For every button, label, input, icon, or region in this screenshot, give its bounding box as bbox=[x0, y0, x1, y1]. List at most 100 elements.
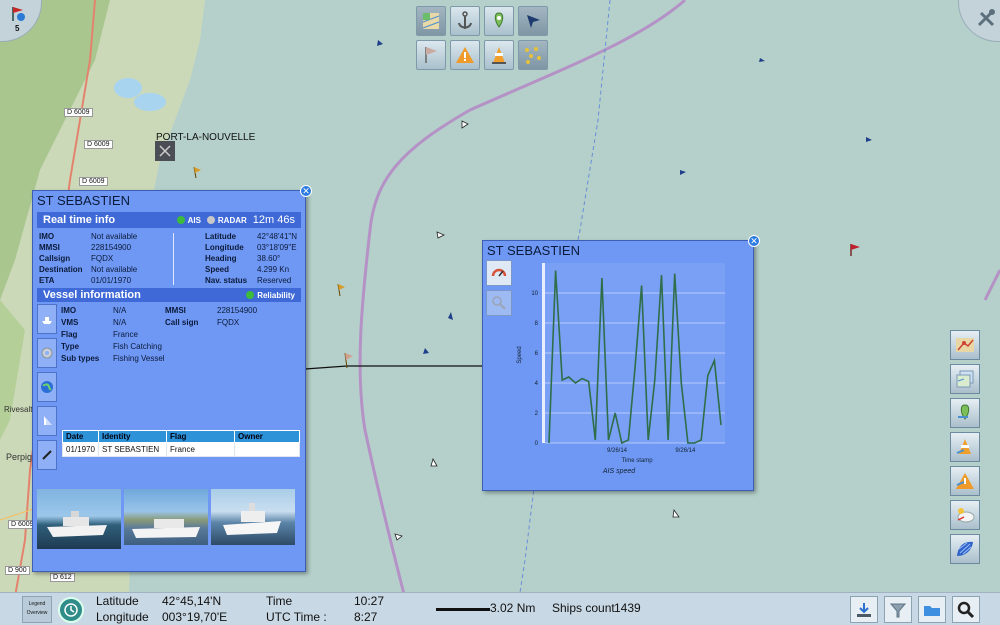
vessel-arrow-icon bbox=[527, 15, 540, 28]
cell-date: 01/1970 bbox=[62, 442, 99, 457]
kv-row: Type Fish Catching bbox=[61, 342, 162, 351]
history-button[interactable] bbox=[58, 597, 84, 623]
kv-row: Sub types Fishing Vessel bbox=[61, 354, 165, 363]
road-shield: D 612 bbox=[50, 573, 75, 582]
utc-label: UTC Time : bbox=[266, 610, 327, 624]
download-button[interactable] bbox=[850, 596, 878, 623]
y-axis-label: Speed bbox=[517, 346, 523, 363]
tab-vessel-general[interactable] bbox=[37, 304, 57, 334]
x-tick-label: 9/26/14 bbox=[607, 448, 628, 454]
column-header[interactable]: Date bbox=[62, 430, 99, 443]
kv-row: Longitude 03°18'09"E bbox=[205, 243, 297, 252]
legend-overview-toggle[interactable]: Legend Overview bbox=[22, 596, 52, 623]
reliability-label: Reliability bbox=[257, 290, 295, 300]
y-tick-label: 2 bbox=[535, 411, 539, 417]
pencil-icon bbox=[42, 450, 52, 460]
y-tick-label: 10 bbox=[531, 291, 538, 297]
alerts-button[interactable] bbox=[950, 466, 980, 496]
ships-count-value: 1439 bbox=[614, 601, 641, 615]
zoom-chart-button[interactable] bbox=[486, 290, 512, 316]
x-axis-label: Time stamp bbox=[621, 458, 653, 464]
scale-bar bbox=[436, 608, 490, 611]
buoy-button[interactable] bbox=[484, 40, 514, 70]
y-tick-label: 8 bbox=[535, 321, 539, 327]
realtime-heading: Real time info bbox=[43, 214, 116, 226]
ais-status-icon bbox=[176, 216, 185, 224]
divider bbox=[173, 233, 174, 285]
ships-cluster-icon bbox=[525, 47, 541, 64]
clock-history-icon bbox=[64, 603, 78, 617]
tab-vessel-edit[interactable] bbox=[37, 440, 57, 470]
flags-button[interactable] bbox=[416, 40, 446, 70]
y-tick-label: 4 bbox=[535, 381, 539, 387]
vessel-arrow-button[interactable] bbox=[518, 6, 548, 36]
realtime-left: IMO Not available MMSI 228154900 Callsign F… bbox=[39, 231, 169, 286]
vessel-info-heading: Vessel information bbox=[43, 289, 141, 301]
longitude-value: 003°19,70'E bbox=[162, 610, 228, 624]
kv-row: Callsign FQDX bbox=[39, 254, 114, 263]
ais-speed-chart[interactable]: 0246810 9/26/14 9/26/14 Speed Time stamp … bbox=[515, 255, 743, 485]
vessel-info-header: Vessel information Reliability bbox=[37, 288, 301, 302]
ships-cluster-button[interactable] bbox=[518, 40, 548, 70]
kv-row: Latitude 42°48'41"N bbox=[205, 232, 298, 241]
road-shield: D 6009 bbox=[84, 140, 113, 149]
search-icon bbox=[957, 601, 975, 618]
road-shield: D 900 bbox=[5, 566, 30, 575]
layers-button[interactable] bbox=[950, 364, 980, 394]
open-folder-button[interactable] bbox=[918, 596, 946, 623]
vessel-photo[interactable] bbox=[211, 489, 295, 545]
kv-row: Nav. status Reserved bbox=[205, 276, 292, 285]
tab-vessel-flag[interactable] bbox=[37, 372, 57, 402]
scale-value: 3.02 Nm bbox=[490, 601, 536, 615]
x-tick-label: 9/26/14 bbox=[675, 448, 696, 454]
network-button[interactable] bbox=[950, 534, 980, 564]
road-shield: D 6009 bbox=[64, 108, 93, 117]
kv-row: ETA 01/01/1970 bbox=[39, 276, 132, 285]
speed-chart-button[interactable] bbox=[486, 260, 512, 286]
column-header[interactable]: Owner bbox=[234, 430, 300, 443]
kv-row: Flag France bbox=[61, 330, 138, 339]
anchor-button[interactable] bbox=[450, 6, 480, 36]
cell-owner bbox=[234, 442, 300, 457]
position-age: 12m 46s bbox=[252, 214, 295, 226]
route-map-button[interactable] bbox=[950, 330, 980, 360]
speed-gauge-icon bbox=[491, 268, 507, 277]
warning-icon bbox=[456, 47, 474, 63]
kv-row: Speed 4.299 Kn bbox=[205, 265, 290, 274]
pin-icon bbox=[958, 404, 970, 420]
table-row[interactable]: 01/1970 ST SEBASTIEN France bbox=[62, 442, 300, 457]
table-header-row: Date Identity Flag Owner bbox=[62, 430, 300, 443]
realtime-right: Latitude 42°48'41"N Longitude 03°18'09"E H… bbox=[205, 231, 305, 286]
tab-vessel-settings[interactable] bbox=[37, 338, 57, 368]
column-header[interactable]: Identity bbox=[98, 430, 167, 443]
vessel-photo[interactable] bbox=[37, 489, 121, 549]
tab-vessel-crew[interactable] bbox=[37, 406, 57, 436]
vessel-info-panel: ST SEBASTIEN ✕ Real time info AIS RADAR … bbox=[32, 185, 312, 572]
realtime-header: Real time info AIS RADAR 12m 46s bbox=[37, 212, 301, 228]
close-speed-panel-button[interactable]: ✕ bbox=[748, 235, 760, 247]
vessel-info-right: MMSI 228154900 Call sign FQDX bbox=[165, 305, 305, 329]
y-axis bbox=[542, 263, 545, 443]
latitude-value: 42°45,14'N bbox=[162, 594, 222, 608]
buoys-button[interactable] bbox=[950, 432, 980, 462]
search-button[interactable] bbox=[952, 596, 980, 623]
filter-button[interactable] bbox=[884, 596, 912, 623]
status-bar: Legend Overview Latitude 42°45,14'N Long… bbox=[0, 592, 1000, 625]
filter-icon bbox=[889, 603, 907, 617]
locate-vessel-button[interactable] bbox=[950, 398, 980, 428]
weather-button[interactable] bbox=[950, 500, 980, 530]
warning-button[interactable] bbox=[450, 40, 480, 70]
radar-source: RADAR bbox=[217, 215, 247, 225]
map-layers-button[interactable] bbox=[416, 6, 446, 36]
column-header[interactable]: Flag bbox=[166, 430, 235, 443]
close-vessel-panel-button[interactable]: ✕ bbox=[300, 185, 312, 197]
time-label: Time bbox=[266, 594, 293, 608]
kv-row: Call sign FQDX bbox=[165, 318, 240, 327]
vessel-photo-image bbox=[223, 503, 281, 535]
place-marker-button[interactable] bbox=[484, 6, 514, 36]
vessel-photo[interactable] bbox=[124, 489, 208, 545]
notification-count: 5 bbox=[15, 24, 20, 33]
buoy-icon bbox=[956, 439, 971, 454]
magnifier-icon bbox=[492, 296, 506, 310]
folder-icon bbox=[924, 605, 940, 616]
